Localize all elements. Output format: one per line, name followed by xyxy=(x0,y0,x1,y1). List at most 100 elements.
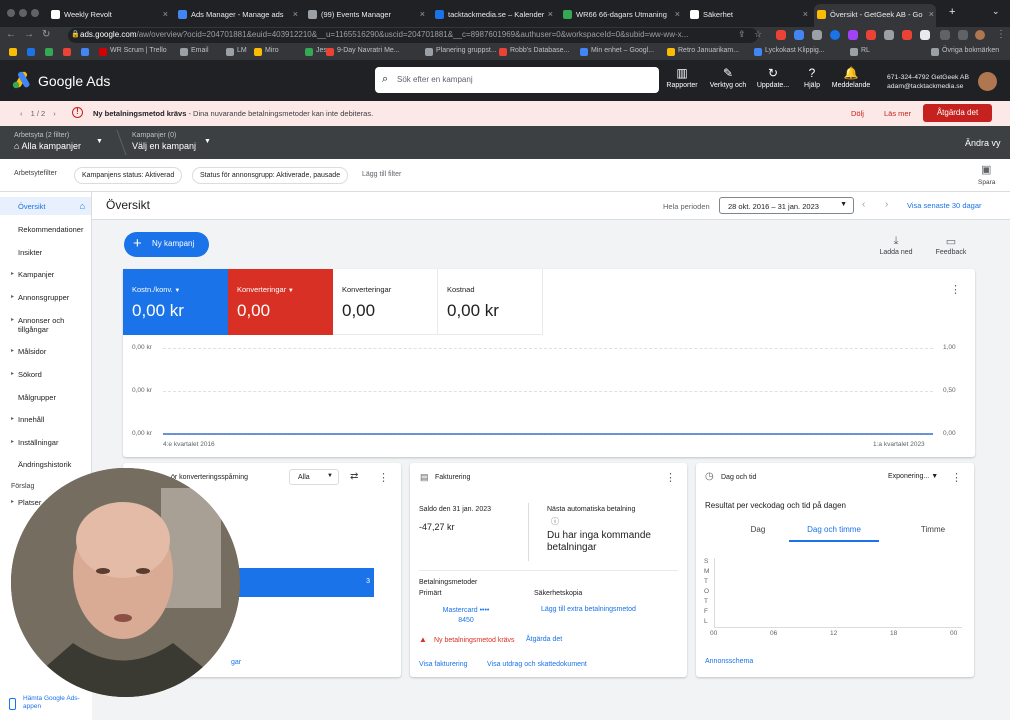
sidepanel-icon[interactable] xyxy=(958,30,968,40)
workspace-selector[interactable]: Arbetsyta (2 filter) ⌂ Alla kampanjer xyxy=(14,132,81,151)
tab-close-icon[interactable]: × xyxy=(803,9,808,19)
header-button-rapporter[interactable]: ▥ Rapporter xyxy=(657,65,707,89)
more-options-icon[interactable]: ⋮ xyxy=(665,471,676,484)
sidebar-item-inställningar[interactable]: ▸ Inställningar xyxy=(0,438,91,447)
filter-chip-campaign-status[interactable]: Kampanjens status: Aktiverad xyxy=(74,167,183,184)
conversion-filter-select[interactable]: Alla ▼ xyxy=(289,469,339,485)
browser-tab[interactable]: tacktackmedia.se – Kalender × xyxy=(432,4,555,27)
browser-menu-icon[interactable]: ⋮ xyxy=(996,29,1006,40)
extension-icon[interactable] xyxy=(848,30,858,40)
primary-card-link[interactable]: Mastercard •••• 8450 xyxy=(436,606,496,626)
profile-avatar-icon[interactable] xyxy=(975,30,985,40)
reload-icon[interactable]: ↻ xyxy=(42,29,50,40)
extension-icon[interactable] xyxy=(866,30,876,40)
filter-chip-adgroup-status[interactable]: Status för annonsgrupp: Aktiverade, paus… xyxy=(192,167,349,184)
metric-select[interactable]: Exponering... ▼ xyxy=(888,473,938,480)
info-icon[interactable]: ⓘ xyxy=(551,516,559,527)
extension-icon[interactable] xyxy=(920,30,930,40)
header-button-verktyg-och[interactable]: ✎ Verktyg och xyxy=(703,65,753,89)
dismiss-link[interactable]: Dölj xyxy=(851,109,864,118)
prev-alert-icon[interactable]: ‹ xyxy=(20,109,23,118)
kpi-tile[interactable]: Kostn./konv. ▼ 0,00 kr xyxy=(123,269,228,335)
header-button-meddelande[interactable]: 🔔 Meddelande xyxy=(826,65,876,89)
share-icon[interactable]: ⇪ xyxy=(738,29,746,40)
browser-tab[interactable]: WR66 66-dagars Utmaning × xyxy=(560,4,682,27)
bookmark-item[interactable]: Lyckokast Klippig... xyxy=(754,47,825,56)
new-tab-icon[interactable]: + xyxy=(949,6,955,18)
view-billing-link[interactable]: Visa fakturering xyxy=(419,661,468,668)
window-zoom-dot[interactable] xyxy=(31,9,39,17)
extension-icon[interactable] xyxy=(884,30,894,40)
browser-tab[interactable]: (99) Events Manager × xyxy=(305,4,427,27)
compare-icon[interactable]: ⇄ xyxy=(350,471,358,482)
add-filter-link[interactable]: Lägg till filter xyxy=(362,171,401,178)
download-button[interactable]: ⤓ Ladda ned xyxy=(876,235,916,256)
tab-timme[interactable]: Timme xyxy=(913,525,953,540)
forward-icon[interactable]: → xyxy=(24,29,34,40)
browser-tab[interactable]: Weekly Revolt × xyxy=(48,4,170,27)
change-view-link[interactable]: Ändra vy xyxy=(965,138,1001,148)
extension-icon[interactable] xyxy=(776,30,786,40)
bookmark-item[interactable]: RL xyxy=(850,47,870,56)
browser-tab[interactable]: Översikt - GetGeek AB - Go × xyxy=(814,4,936,27)
extensions-puzzle-icon[interactable] xyxy=(940,30,950,40)
extension-icon[interactable] xyxy=(812,30,822,40)
ad-schedule-link[interactable]: Annonsschema xyxy=(705,658,753,665)
add-backup-link[interactable]: Lägg till extra betalningsmetod xyxy=(541,606,636,613)
sidebar-item-ändringshistorik[interactable]: Ändringshistorik xyxy=(0,460,91,469)
tab-close-icon[interactable]: × xyxy=(293,9,298,19)
sidebar-item-innehåll[interactable]: ▸ Innehåll xyxy=(0,415,91,424)
sidebar-item-annonser-och-tillgångar[interactable]: ▸ Annonser och tillgångar xyxy=(0,316,80,334)
tab-search-icon[interactable]: ⌄ xyxy=(992,6,1000,17)
window-close-dot[interactable] xyxy=(7,9,15,17)
google-ads-logo-icon[interactable] xyxy=(12,71,32,89)
sidebar-item-översikt[interactable]: Översikt ⌂ xyxy=(0,197,91,215)
conversion-footer-link[interactable]: gar xyxy=(231,659,241,666)
sidebar-item-kampanjer[interactable]: ▸ Kampanjer xyxy=(0,270,91,279)
tab-close-icon[interactable]: × xyxy=(929,9,934,19)
fix-it-button[interactable]: Åtgärda det xyxy=(923,104,992,122)
sidebar-item-annonsgrupper[interactable]: ▸ Annonsgrupper xyxy=(0,293,91,302)
bookmark-item[interactable]: WR Scrum | Trello xyxy=(99,47,167,56)
bookmark-item[interactable]: Övriga bokmärken xyxy=(931,47,999,56)
back-icon[interactable]: ← xyxy=(6,29,16,40)
campaign-selector[interactable]: Kampanjer (0) Välj en kampanj xyxy=(132,132,196,151)
tab-close-icon[interactable]: × xyxy=(163,9,168,19)
kpi-tile[interactable]: Kostnad 0,00 kr xyxy=(438,269,543,335)
more-options-icon[interactable]: ⋮ xyxy=(950,283,961,296)
extension-icon[interactable] xyxy=(902,30,912,40)
bookmark-item[interactable]: Min enhet – Googl... xyxy=(580,47,654,56)
bookmark-star-icon[interactable]: ☆ xyxy=(754,29,762,40)
address-bar[interactable]: 🔒 ads.google.com/aw/overview?ocid=204701… xyxy=(68,28,758,43)
account-avatar[interactable] xyxy=(978,72,997,91)
more-options-icon[interactable]: ⋮ xyxy=(378,471,389,484)
fix-it-link[interactable]: Åtgärda det xyxy=(526,636,562,643)
kpi-tile[interactable]: Konverteringar 0,00 xyxy=(333,269,438,335)
save-label[interactable]: Spara xyxy=(978,179,995,186)
next-period-icon[interactable]: › xyxy=(885,199,888,210)
campaign-search-input[interactable]: ⌕ Sök efter en kampanj xyxy=(375,67,659,93)
sidebar-item-rekommendationer[interactable]: Rekommendationer xyxy=(0,225,91,234)
tab-close-icon[interactable]: × xyxy=(420,9,425,19)
feedback-button[interactable]: ▭ Feedback xyxy=(931,235,971,256)
chevron-down-icon[interactable]: ▼ xyxy=(286,288,294,294)
bookmark-item[interactable]: Retro Januarikam... xyxy=(667,47,739,56)
more-options-icon[interactable]: ⋮ xyxy=(951,471,962,484)
last-30-days-link[interactable]: Visa senaste 30 dagar xyxy=(907,201,982,210)
prev-period-icon[interactable]: ‹ xyxy=(862,199,865,210)
browser-tab[interactable]: Säkerhet × xyxy=(687,4,810,27)
learn-more-link[interactable]: Läs mer xyxy=(884,109,911,118)
tab-dag-och-timme[interactable]: Dag och timme xyxy=(789,525,879,542)
get-app-link[interactable]: Hämta Google Ads-appen xyxy=(0,692,92,720)
kpi-tile[interactable]: Konverteringar ▼ 0,00 xyxy=(228,269,333,335)
bookmark-item[interactable]: Miro xyxy=(254,47,279,56)
browser-tab[interactable]: Ads Manager - Manage ads × xyxy=(175,4,300,27)
bookmark-item[interactable]: Planering gruppst... xyxy=(425,47,497,56)
sidebar-item-målgrupper[interactable]: Målgrupper xyxy=(0,393,91,402)
workspace-dropdown-icon[interactable]: ▼ xyxy=(96,138,103,145)
new-campaign-button[interactable]: + Ny kampanj xyxy=(124,232,209,257)
account-info[interactable]: 671-324-4792 GetGeek AB adam@tacktackmed… xyxy=(887,73,969,91)
bookmark-item[interactable]: Robb's Database... xyxy=(499,47,569,56)
bookmark-item[interactable]: 9-Day Navratri Me... xyxy=(326,47,400,56)
sidebar-item-sökord[interactable]: ▸ Sökord xyxy=(0,370,91,379)
